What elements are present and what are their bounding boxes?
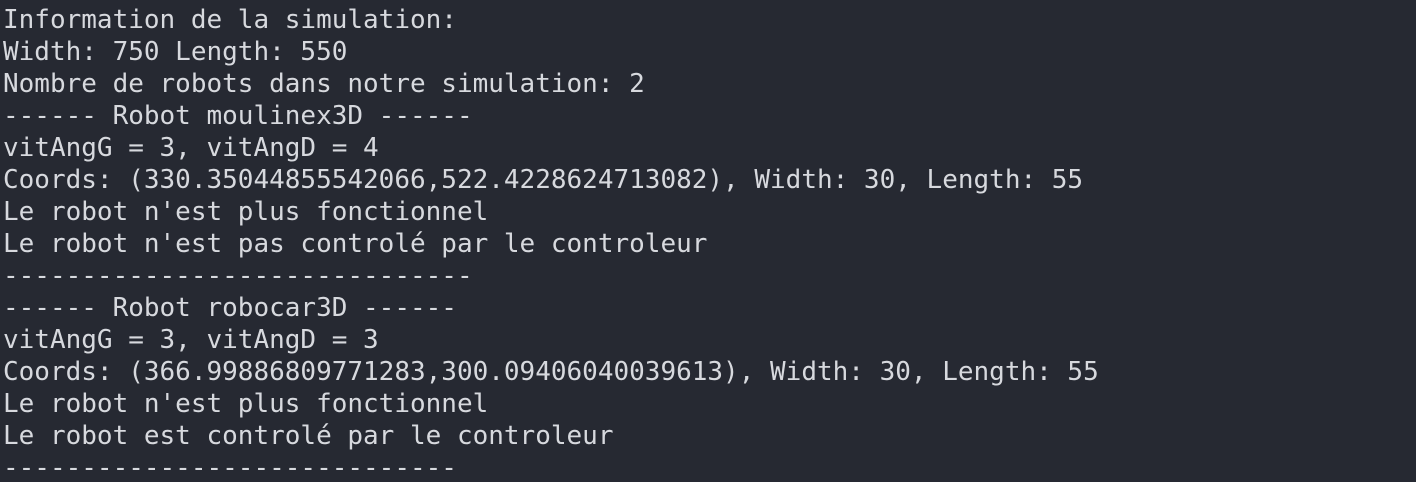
terminal-line: Le robot est controlé par le controleur xyxy=(3,421,614,451)
terminal-line: Le robot n'est plus fonctionnel xyxy=(3,389,489,419)
terminal-line: vitAngG = 3, vitAngD = 3 xyxy=(3,325,379,355)
terminal-line: ------ Robot robocar3D ------ xyxy=(3,293,457,323)
terminal-line: Coords: (330.35044855542066,522.42286247… xyxy=(3,165,1084,195)
terminal-line: Le robot n'est pas controlé par le contr… xyxy=(3,229,708,259)
terminal-line: Width: 750 Length: 550 xyxy=(3,37,348,67)
terminal-line: ------ Robot moulinex3D ------ xyxy=(3,101,473,131)
terminal-line: Information de la simulation: xyxy=(3,5,457,35)
terminal-line: vitAngG = 3, vitAngD = 4 xyxy=(3,133,379,163)
terminal-line: Nombre de robots dans notre simulation: … xyxy=(3,69,645,99)
terminal-output: Information de la simulation: Width: 750… xyxy=(3,4,1416,482)
terminal-line: Coords: (366.99886809771283,300.09406040… xyxy=(3,357,1099,387)
terminal-line: ------------------------------ xyxy=(3,261,473,291)
terminal-line: ----------------------------- xyxy=(3,453,457,482)
terminal-line: Le robot n'est plus fonctionnel xyxy=(3,197,489,227)
terminal-window[interactable]: Information de la simulation: Width: 750… xyxy=(0,0,1416,482)
